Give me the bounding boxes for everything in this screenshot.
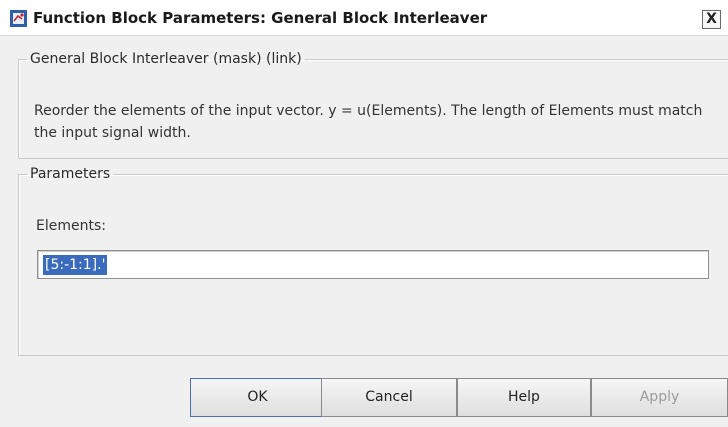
parameters-group: Parameters Elements: [5:-1:1].' [18,166,728,356]
description-group-legend: General Block Interleaver (mask) (link) [30,51,302,67]
window-title: Function Block Parameters: General Block… [33,9,488,27]
description-group: General Block Interleaver (mask) (link) … [18,51,728,159]
block-parameters-icon [10,10,27,27]
elements-input-value: [5:-1:1].' [43,255,108,275]
parameters-group-legend: Parameters [30,166,111,182]
ok-button[interactable]: OK [190,378,325,417]
elements-input[interactable]: [5:-1:1].' [37,250,709,279]
apply-button[interactable]: Apply [591,378,728,417]
elements-label: Elements: [36,218,106,234]
close-button[interactable]: X [702,10,721,29]
cancel-button[interactable]: Cancel [321,378,457,417]
block-description: Reorder the elements of the input vector… [34,103,703,141]
title-bar[interactable]: Function Block Parameters: General Block… [0,0,728,36]
help-button[interactable]: Help [457,378,591,417]
